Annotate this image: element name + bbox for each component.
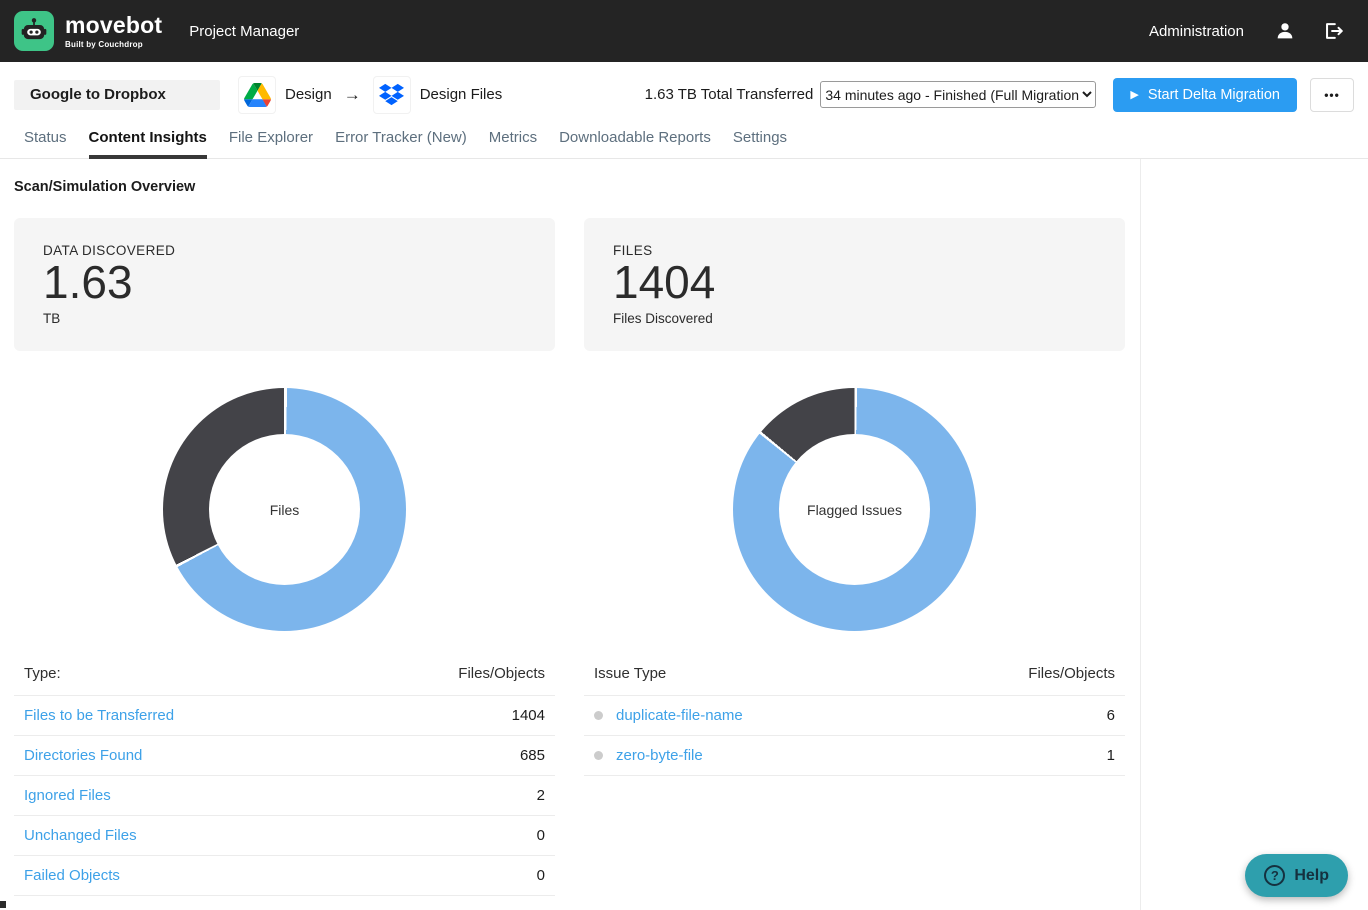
row-link[interactable]: zero-byte-file: [594, 747, 703, 764]
stat-sub: Files Discovered: [613, 311, 1096, 326]
table-row: Unchanged Files 0: [14, 816, 555, 856]
issue-label: zero-byte-file: [616, 747, 703, 764]
row-value: 6: [1107, 707, 1115, 724]
destination-name: Design Files: [420, 86, 503, 103]
stat-card-files: FILES 1404 Files Discovered: [584, 218, 1125, 351]
google-drive-icon: [244, 83, 271, 107]
row-link[interactable]: Unchanged Files: [24, 827, 137, 844]
page: movebot Built by Couchdrop Project Manag…: [0, 0, 1368, 910]
stats-row: DATA DISCOVERED 1.63 TB FILES 1404 Files…: [14, 218, 1125, 351]
donut-hole: Flagged Issues: [779, 434, 930, 585]
robot-icon: [17, 14, 51, 48]
donut-hole: Files: [209, 434, 360, 585]
row-value: 1404: [512, 707, 545, 724]
issue-label: duplicate-file-name: [616, 707, 743, 724]
question-circle-icon: ?: [1264, 865, 1285, 886]
toolbar-right: 1.63 TB Total Transferred 34 minutes ago…: [645, 78, 1354, 112]
flagged-issues-chart-block: Flagged Issues: [584, 388, 1125, 631]
transfer-connector: Design → Design Files: [238, 76, 502, 114]
table-header: Issue Type Files/Objects: [584, 656, 1125, 696]
row-value: 1: [1107, 747, 1115, 764]
brand-tagline: Built by Couchdrop: [65, 40, 162, 49]
logout-icon[interactable]: [1322, 20, 1344, 42]
tab-downloadable-reports[interactable]: Downloadable Reports: [559, 129, 711, 159]
more-options-button[interactable]: •••: [1310, 78, 1354, 112]
row-value: 2: [537, 787, 545, 804]
row-value: 685: [520, 747, 545, 764]
table-row: Ignored Files 2: [14, 776, 555, 816]
start-delta-migration-button[interactable]: ▶ Start Delta Migration: [1113, 78, 1297, 112]
tab-error-tracker[interactable]: Error Tracker (New): [335, 129, 467, 159]
stat-sub: TB: [43, 311, 526, 326]
column-header-type: Type:: [24, 665, 61, 682]
corner-artifact: [0, 901, 6, 908]
destination-provider-box[interactable]: [373, 76, 411, 114]
issues-table: Issue Type Files/Objects duplicate-file-…: [584, 656, 1125, 896]
stat-card-data-discovered: DATA DISCOVERED 1.63 TB: [14, 218, 555, 351]
donut-center-label: Flagged Issues: [807, 502, 902, 518]
top-header: movebot Built by Couchdrop Project Manag…: [0, 0, 1368, 62]
bullet-dot-icon: [594, 751, 603, 760]
administration-link[interactable]: Administration: [1149, 23, 1244, 40]
arrow-right-icon: →: [344, 85, 361, 105]
tab-file-explorer[interactable]: File Explorer: [229, 129, 313, 159]
main-area: Scan/Simulation Overview DATA DISCOVERED…: [0, 159, 1368, 910]
table-row: Failed Objects 0: [14, 856, 555, 896]
row-value: 0: [537, 867, 545, 884]
tab-content-insights[interactable]: Content Insights: [89, 129, 207, 159]
help-button[interactable]: ? Help: [1245, 854, 1348, 897]
project-name-chip[interactable]: Google to Dropbox: [14, 80, 220, 110]
row-link[interactable]: Failed Objects: [24, 867, 120, 884]
tab-bar: Status Content Insights File Explorer Er…: [0, 127, 1368, 159]
files-chart-block: Files: [14, 388, 555, 631]
brand-text: movebot Built by Couchdrop: [65, 14, 162, 49]
stat-value: 1.63: [43, 258, 526, 308]
table-row: Directories Found 685: [14, 736, 555, 776]
tables-row: Type: Files/Objects Files to be Transfer…: [14, 656, 1125, 896]
row-link[interactable]: Files to be Transferred: [24, 707, 174, 724]
column-header-files-objects: Files/Objects: [1028, 665, 1115, 682]
tab-metrics[interactable]: Metrics: [489, 129, 537, 159]
charts-row: Files Flagged Issues: [14, 388, 1125, 631]
total-transferred: 1.63 TB Total Transferred: [645, 86, 814, 103]
tab-status[interactable]: Status: [24, 129, 67, 159]
row-link[interactable]: Directories Found: [24, 747, 142, 764]
row-link[interactable]: duplicate-file-name: [594, 707, 743, 724]
right-empty-pane: [1141, 159, 1368, 910]
user-icon[interactable]: [1274, 20, 1296, 42]
run-history-select[interactable]: 34 minutes ago - Finished (Full Migratio…: [820, 81, 1096, 108]
source-name: Design: [285, 86, 332, 103]
flagged-issues-donut-chart[interactable]: Flagged Issues: [733, 388, 976, 631]
movebot-logo[interactable]: [14, 11, 54, 51]
column-header-files-objects: Files/Objects: [458, 665, 545, 682]
column-header-issue-type: Issue Type: [594, 665, 666, 682]
files-donut-chart[interactable]: Files: [163, 388, 406, 631]
bullet-dot-icon: [594, 711, 603, 720]
content-pane: Scan/Simulation Overview DATA DISCOVERED…: [0, 159, 1141, 910]
dropbox-icon: [378, 82, 405, 107]
row-value: 0: [537, 827, 545, 844]
play-icon: ▶: [1130, 88, 1138, 101]
tab-settings[interactable]: Settings: [733, 129, 787, 159]
table-row: Files to be Transferred 1404: [14, 696, 555, 736]
files-table: Type: Files/Objects Files to be Transfer…: [14, 656, 555, 896]
start-button-label: Start Delta Migration: [1148, 87, 1280, 103]
row-link[interactable]: Ignored Files: [24, 787, 111, 804]
stat-value: 1404: [613, 258, 1096, 308]
help-label: Help: [1294, 867, 1329, 885]
table-row: zero-byte-file 1: [584, 736, 1125, 776]
brand-name: movebot: [65, 14, 162, 37]
section-heading: Scan/Simulation Overview: [14, 179, 1125, 195]
page-title: Project Manager: [189, 23, 299, 40]
table-header: Type: Files/Objects: [14, 656, 555, 696]
donut-center-label: Files: [270, 502, 300, 518]
project-toolbar: Google to Dropbox Design → Design F: [0, 62, 1368, 127]
table-row: duplicate-file-name 6: [584, 696, 1125, 736]
source-provider-box[interactable]: [238, 76, 276, 114]
